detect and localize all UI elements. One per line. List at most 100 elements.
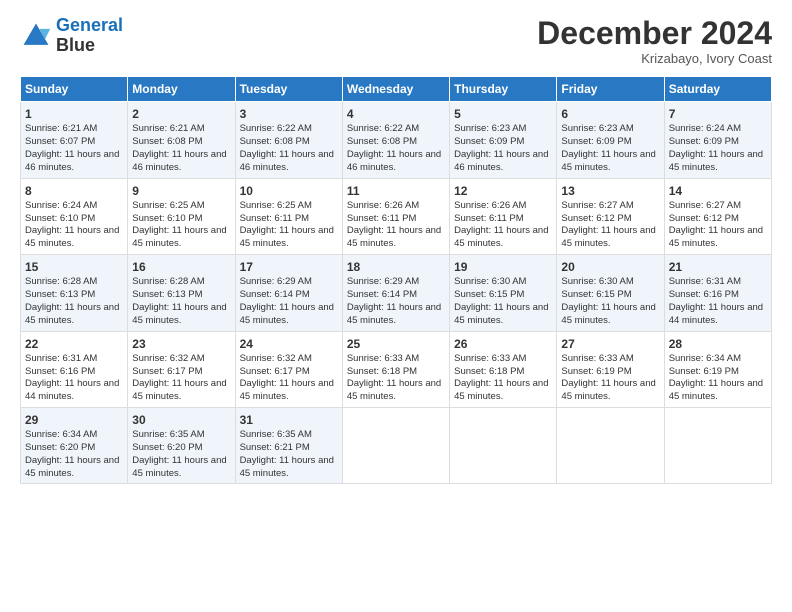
daylight-text: Daylight: 11 hours and 45 minutes.: [454, 378, 548, 402]
sunrise-text: Sunrise: 6:30 AM: [561, 276, 633, 287]
calendar-cell: 31Sunrise: 6:35 AMSunset: 6:21 PMDayligh…: [235, 407, 342, 483]
sunset-text: Sunset: 6:07 PM: [25, 136, 95, 147]
logo-line2: Blue: [56, 36, 123, 56]
day-number: 29: [25, 412, 123, 428]
day-number: 2: [132, 106, 230, 122]
sunrise-text: Sunrise: 6:35 AM: [132, 429, 204, 440]
sunset-text: Sunset: 6:21 PM: [240, 442, 310, 453]
sunrise-text: Sunrise: 6:23 AM: [561, 123, 633, 134]
sunrise-text: Sunrise: 6:22 AM: [240, 123, 312, 134]
day-number: 19: [454, 259, 552, 275]
daylight-text: Daylight: 11 hours and 46 minutes.: [25, 149, 119, 173]
sunrise-text: Sunrise: 6:21 AM: [25, 123, 97, 134]
sunset-text: Sunset: 6:11 PM: [347, 213, 417, 224]
calendar-cell: 2Sunrise: 6:21 AMSunset: 6:08 PMDaylight…: [128, 102, 235, 178]
daylight-text: Daylight: 11 hours and 45 minutes.: [561, 302, 655, 326]
sunset-text: Sunset: 6:20 PM: [25, 442, 95, 453]
sunrise-text: Sunrise: 6:33 AM: [561, 353, 633, 364]
sunrise-text: Sunrise: 6:25 AM: [240, 200, 312, 211]
header: General Blue December 2024 Krizabayo, Iv…: [20, 16, 772, 66]
sunset-text: Sunset: 6:12 PM: [561, 213, 631, 224]
logo-line1: General: [56, 15, 123, 35]
calendar-week-row: 15Sunrise: 6:28 AMSunset: 6:13 PMDayligh…: [21, 255, 772, 331]
calendar-week-row: 22Sunrise: 6:31 AMSunset: 6:16 PMDayligh…: [21, 331, 772, 407]
day-number: 12: [454, 183, 552, 199]
day-number: 10: [240, 183, 338, 199]
sunset-text: Sunset: 6:11 PM: [454, 213, 524, 224]
calendar-cell: 14Sunrise: 6:27 AMSunset: 6:12 PMDayligh…: [664, 178, 771, 254]
daylight-text: Daylight: 11 hours and 45 minutes.: [132, 455, 226, 479]
sunset-text: Sunset: 6:13 PM: [25, 289, 95, 300]
daylight-text: Daylight: 11 hours and 45 minutes.: [454, 302, 548, 326]
sunset-text: Sunset: 6:19 PM: [561, 366, 631, 377]
calendar-cell: 9Sunrise: 6:25 AMSunset: 6:10 PMDaylight…: [128, 178, 235, 254]
sunset-text: Sunset: 6:16 PM: [669, 289, 739, 300]
daylight-text: Daylight: 11 hours and 45 minutes.: [347, 378, 441, 402]
sunrise-text: Sunrise: 6:27 AM: [561, 200, 633, 211]
daylight-text: Daylight: 11 hours and 46 minutes.: [240, 149, 334, 173]
daylight-text: Daylight: 11 hours and 45 minutes.: [132, 302, 226, 326]
calendar-week-row: 8Sunrise: 6:24 AMSunset: 6:10 PMDaylight…: [21, 178, 772, 254]
daylight-text: Daylight: 11 hours and 45 minutes.: [240, 225, 334, 249]
calendar-cell: 1Sunrise: 6:21 AM Sunset: 6:07 PM Daylight…: [21, 102, 128, 178]
day-number: 8: [25, 183, 123, 199]
daylight-text: Daylight: 11 hours and 46 minutes.: [454, 149, 548, 173]
sunrise-text: Sunrise: 6:34 AM: [669, 353, 741, 364]
calendar-cell: 17Sunrise: 6:29 AMSunset: 6:14 PMDayligh…: [235, 255, 342, 331]
sunrise-text: Sunrise: 6:30 AM: [454, 276, 526, 287]
daylight-text: Daylight: 11 hours and 46 minutes.: [347, 149, 441, 173]
col-tuesday: Tuesday: [235, 77, 342, 102]
calendar-cell: 19Sunrise: 6:30 AMSunset: 6:15 PMDayligh…: [450, 255, 557, 331]
sunrise-text: Sunrise: 6:35 AM: [240, 429, 312, 440]
calendar-cell: [664, 407, 771, 483]
sunrise-text: Sunrise: 6:29 AM: [240, 276, 312, 287]
day-number: 9: [132, 183, 230, 199]
calendar-cell: 10Sunrise: 6:25 AMSunset: 6:11 PMDayligh…: [235, 178, 342, 254]
sunrise-text: Sunrise: 6:33 AM: [347, 353, 419, 364]
sunset-text: Sunset: 6:16 PM: [25, 366, 95, 377]
page: General Blue December 2024 Krizabayo, Iv…: [0, 0, 792, 612]
calendar-cell: 25Sunrise: 6:33 AMSunset: 6:18 PMDayligh…: [342, 331, 449, 407]
day-number: 28: [669, 336, 767, 352]
calendar-cell: 13Sunrise: 6:27 AMSunset: 6:12 PMDayligh…: [557, 178, 664, 254]
sunrise-text: Sunrise: 6:21 AM: [132, 123, 204, 134]
sunset-text: Sunset: 6:08 PM: [132, 136, 202, 147]
sunset-text: Sunset: 6:14 PM: [347, 289, 417, 300]
col-friday: Friday: [557, 77, 664, 102]
calendar-cell: 16Sunrise: 6:28 AMSunset: 6:13 PMDayligh…: [128, 255, 235, 331]
sunrise-text: Sunrise: 6:32 AM: [240, 353, 312, 364]
day-number: 1: [25, 106, 123, 122]
col-thursday: Thursday: [450, 77, 557, 102]
sunset-text: Sunset: 6:17 PM: [132, 366, 202, 377]
calendar-cell: 5Sunrise: 6:23 AMSunset: 6:09 PMDaylight…: [450, 102, 557, 178]
sunrise-text: Sunrise: 6:24 AM: [669, 123, 741, 134]
sunset-text: Sunset: 6:15 PM: [561, 289, 631, 300]
sunset-text: Sunset: 6:17 PM: [240, 366, 310, 377]
calendar-cell: 3Sunrise: 6:22 AMSunset: 6:08 PMDaylight…: [235, 102, 342, 178]
day-number: 20: [561, 259, 659, 275]
day-number: 30: [132, 412, 230, 428]
sunrise-text: Sunrise: 6:31 AM: [669, 276, 741, 287]
calendar-week-row: 1Sunrise: 6:21 AMSunset: 6:07 PMDaylight…: [21, 102, 772, 178]
sunrise-text: Sunrise: 6:34 AM: [25, 429, 97, 440]
sunrise-text: Sunrise: 6:28 AM: [132, 276, 204, 287]
day-number: 21: [669, 259, 767, 275]
sunset-text: Sunset: 6:10 PM: [25, 213, 95, 224]
sunset-text: Sunset: 6:09 PM: [669, 136, 739, 147]
sunrise-text: Sunrise: 6:32 AM: [132, 353, 204, 364]
day-number: 5: [454, 106, 552, 122]
header-row: Sunday Monday Tuesday Wednesday Thursday…: [21, 77, 772, 102]
daylight-text: Daylight: 11 hours and 45 minutes.: [25, 302, 119, 326]
daylight-text: Daylight: 11 hours and 45 minutes.: [669, 378, 763, 402]
calendar-cell: 27Sunrise: 6:33 AMSunset: 6:19 PMDayligh…: [557, 331, 664, 407]
calendar-cell: 21Sunrise: 6:31 AMSunset: 6:16 PMDayligh…: [664, 255, 771, 331]
sunrise-text: Sunrise: 6:28 AM: [25, 276, 97, 287]
day-number: 4: [347, 106, 445, 122]
sunrise-text: Sunrise: 6:22 AM: [347, 123, 419, 134]
sunset-text: Sunset: 6:13 PM: [132, 289, 202, 300]
calendar-cell: [450, 407, 557, 483]
calendar-cell: 24Sunrise: 6:32 AMSunset: 6:17 PMDayligh…: [235, 331, 342, 407]
sunset-text: Sunset: 6:18 PM: [454, 366, 524, 377]
sunset-text: Sunset: 6:09 PM: [561, 136, 631, 147]
daylight-text: Daylight: 11 hours and 45 minutes.: [132, 378, 226, 402]
